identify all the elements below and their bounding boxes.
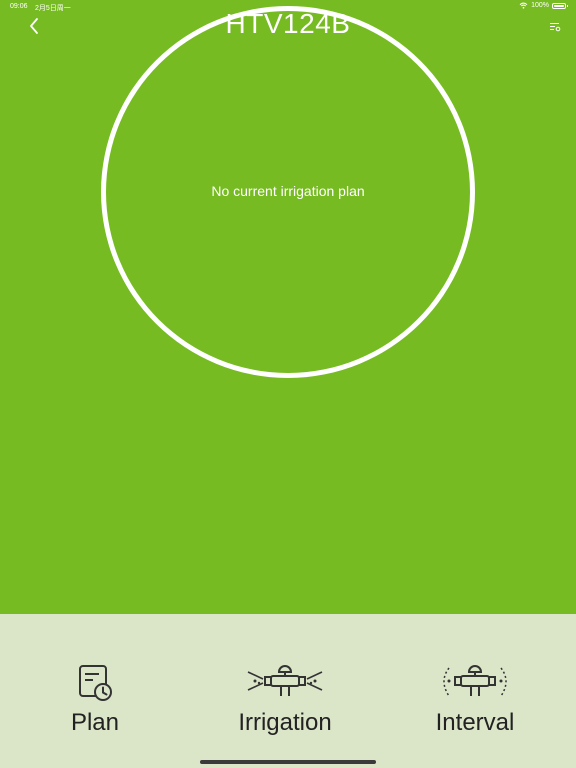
plan-icon-wrap bbox=[75, 660, 115, 706]
home-indicator[interactable] bbox=[200, 760, 376, 764]
interval-label: Interval bbox=[435, 709, 515, 736]
plan-label: Plan bbox=[70, 709, 120, 736]
plan-clock-icon bbox=[79, 665, 112, 701]
interval-icon-wrap bbox=[435, 660, 515, 706]
irrigation-status-message: No current irrigation plan bbox=[211, 183, 365, 199]
irrigation-button[interactable]: Irrigation bbox=[205, 660, 365, 750]
irrigation-icon-wrap bbox=[245, 660, 325, 706]
sprinkler-interval-icon bbox=[443, 665, 507, 697]
device-screen: 09:06 2月5日周一 100% HTV124B No current irr… bbox=[0, 0, 576, 768]
sprinkler-irrigation-icon bbox=[247, 665, 323, 696]
settings-button[interactable] bbox=[546, 18, 564, 36]
irrigation-label: Irrigation bbox=[238, 709, 332, 736]
page-title: HTV124B bbox=[225, 8, 351, 39]
plan-button[interactable]: Plan bbox=[15, 660, 175, 750]
list-settings-icon bbox=[550, 23, 561, 32]
bottom-action-panel: Plan Irrigation Interval bbox=[0, 614, 576, 768]
interval-button[interactable]: Interval bbox=[395, 660, 555, 750]
